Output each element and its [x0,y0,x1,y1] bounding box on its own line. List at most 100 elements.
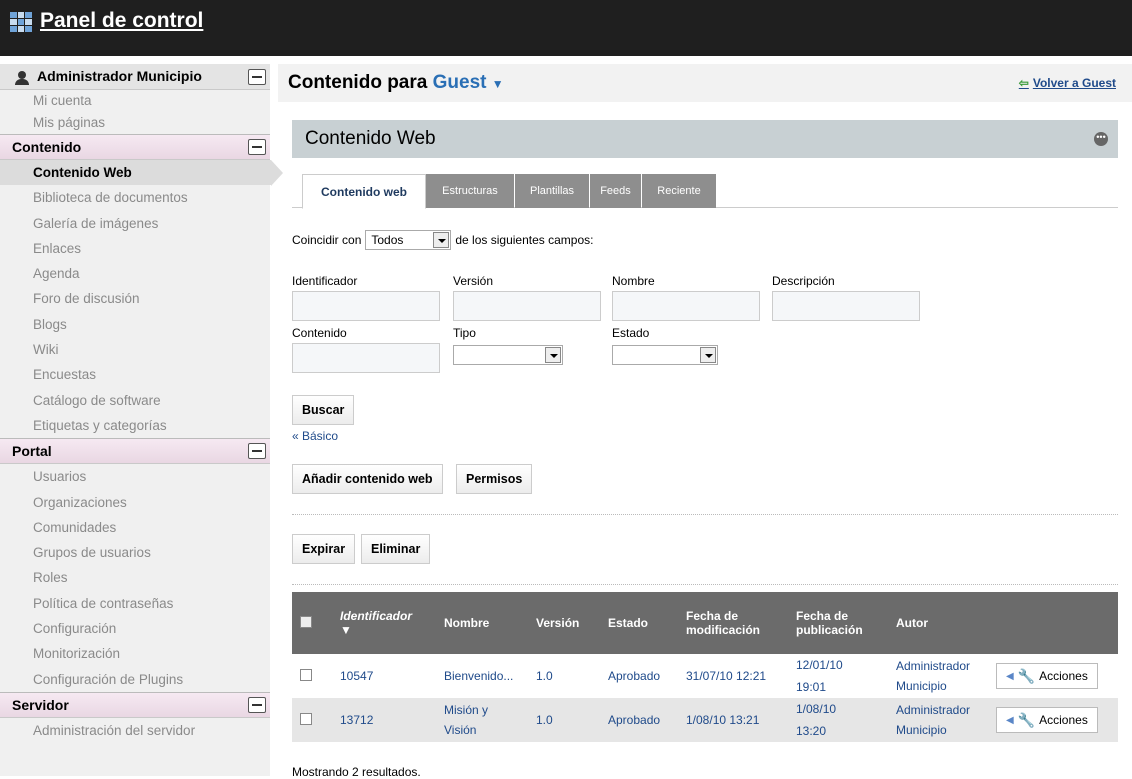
col-identificador-label[interactable]: Identificador [340,609,412,623]
chevron-down-icon[interactable]: ▼ [492,77,504,91]
cell-status-link[interactable]: Aprobado [608,713,660,727]
sidebar-item-enlaces[interactable]: Enlaces [0,236,270,261]
cell-modified-link[interactable]: 1/08/10 13:21 [686,713,759,727]
tab-reciente[interactable]: Reciente [642,174,716,208]
cell-published-link[interactable]: 1/08/10 13:20 [796,698,858,742]
divider [292,514,1118,515]
tab-contenido-web[interactable]: Contenido web [302,174,426,209]
cell-author-link[interactable]: Administrador Municipio [896,700,980,740]
cell-id: 13712 [332,698,436,742]
select-all-cell [292,592,332,654]
sidebar-item-comunidades[interactable]: Comunidades [0,515,270,540]
sidebar-item-monitorizacion[interactable]: Monitorización [0,641,270,666]
identificador-input[interactable] [292,291,440,321]
version-input[interactable] [453,291,601,321]
sidebar-item-contenido-web[interactable]: Contenido Web [0,160,283,187]
row-checkbox-cell [292,654,332,698]
sidebar-item-politica[interactable]: Política de contraseñas [0,591,270,616]
wrench-icon: 🔧 [1017,667,1036,684]
actions-menu-button[interactable]: ◀ 🔧 Acciones [996,707,1098,733]
row-checkbox[interactable] [300,712,312,725]
sidebar-item-configuracion[interactable]: Configuración [0,616,270,641]
delete-button[interactable]: Eliminar [361,534,431,564]
sidebar-item-mis-paginas[interactable]: Mis páginas [0,112,270,134]
sidebar-item-etiquetas[interactable]: Etiquetas y categorías [0,413,270,438]
tab-estructuras[interactable]: Estructuras [426,174,514,208]
options-icon[interactable]: ••• [1094,132,1108,146]
descripcion-input[interactable] [772,291,920,321]
contenido-input[interactable] [292,343,440,373]
sidebar-item-encuestas[interactable]: Encuestas [0,362,270,387]
collapse-user-icon[interactable] [248,68,266,85]
estado-select[interactable] [612,345,718,365]
cell-name-link[interactable]: Bienvenido... [444,669,513,683]
results-count: Mostrando 2 resultados. [292,765,421,779]
wrench-icon: 🔧 [1017,711,1036,728]
tab-feeds[interactable]: Feeds [590,174,641,208]
col-fecha-publicacion-label[interactable]: Fecha de publicación [796,609,863,637]
basic-search-link[interactable]: « Básico [292,429,338,443]
sidebar-item-organizaciones[interactable]: Organizaciones [0,490,270,515]
sidebar-item-plugins[interactable]: Configuración de Plugins [0,667,270,692]
page-title: Contenido para Guest ▼ [288,72,504,94]
collapse-portal-icon[interactable] [248,443,266,460]
select-all-checkbox[interactable] [300,615,312,628]
sidebar-section-portal[interactable]: Portal [0,438,270,465]
match-select[interactable]: Todos [365,230,452,250]
col-fecha-modificacion-label[interactable]: Fecha de modificación [686,609,760,637]
sidebar-user-header[interactable]: Administrador Municipio [0,64,270,90]
col-estado: Estado [600,592,678,654]
sidebar-section-contenido[interactable]: Contenido [0,134,270,160]
sidebar-item-catalogo[interactable]: Catálogo de software [0,388,270,413]
col-fecha-publicacion[interactable]: Fecha de publicación [788,592,888,654]
scope-selector[interactable]: Guest [433,72,487,93]
sidebar-section-servidor[interactable]: Servidor [0,691,270,718]
col-version-label[interactable]: Versión [536,616,579,630]
cell-id-link[interactable]: 13712 [340,713,373,727]
tipo-select[interactable] [453,345,563,365]
expire-button[interactable]: Expirar [292,534,356,564]
col-nombre[interactable]: Nombre [436,592,528,654]
cell-published: 1/08/10 13:20 [788,698,888,742]
sidebar-item-biblioteca[interactable]: Biblioteca de documentos [0,185,270,210]
cell-version-link[interactable]: 1.0 [536,713,553,727]
nombre-input[interactable] [612,291,760,321]
cell-version-link[interactable]: 1.0 [536,669,553,683]
sidebar-item-blogs[interactable]: Blogs [0,312,270,337]
sidebar-item-wiki[interactable]: Wiki [0,337,270,362]
control-panel-icon [10,12,32,32]
col-acciones [988,592,1118,654]
col-identificador[interactable]: Identificador ▼ [332,592,436,654]
tab-plantillas[interactable]: Plantillas [515,174,589,208]
collapse-contenido-icon[interactable] [248,139,266,155]
sidebar-item-galeria[interactable]: Galería de imágenes [0,211,270,236]
actions-menu-button[interactable]: ◀ 🔧 Acciones [996,663,1098,689]
collapse-servidor-icon[interactable] [248,696,266,713]
sidebar-item-mi-cuenta[interactable]: Mi cuenta [0,90,270,112]
search-button[interactable]: Buscar [292,395,355,425]
back-link[interactable]: ⇦ Volver a Guest [1019,76,1116,90]
sidebar-item-foro[interactable]: Foro de discusión [0,286,270,311]
main-content: Contenido para Guest ▼ ⇦ Volver a Guest C… [278,64,1132,779]
permissions-button[interactable]: Permisos [456,464,533,494]
cell-published-link[interactable]: 12/01/10 19:01 [796,654,858,698]
col-fecha-modificacion[interactable]: Fecha de modificación [678,592,788,654]
cell-id-link[interactable]: 10547 [340,669,373,683]
user-icon [14,70,30,85]
cell-author-link[interactable]: Administrador Municipio [896,656,980,696]
sidebar-item-roles[interactable]: Roles [0,565,270,590]
match-prefix: Coincidir con [292,233,362,247]
col-nombre-label[interactable]: Nombre [444,616,489,630]
sidebar-item-grupos[interactable]: Grupos de usuarios [0,540,270,565]
sidebar-item-usuarios[interactable]: Usuarios [0,464,270,489]
cell-modified-link[interactable]: 31/07/10 12:21 [686,669,766,683]
cell-status-link[interactable]: Aprobado [608,669,660,683]
sidebar-item-agenda[interactable]: Agenda [0,261,270,286]
col-version[interactable]: Versión [528,592,600,654]
add-web-content-button[interactable]: Añadir contenido web [292,464,443,494]
control-panel-title[interactable]: Panel de control [40,9,203,33]
cell-name-link[interactable]: Misión y Visión [444,700,506,740]
sidebar-item-admin-servidor[interactable]: Administración del servidor [0,718,270,743]
row-checkbox[interactable] [300,668,312,681]
label-estado: Estado [612,326,650,340]
